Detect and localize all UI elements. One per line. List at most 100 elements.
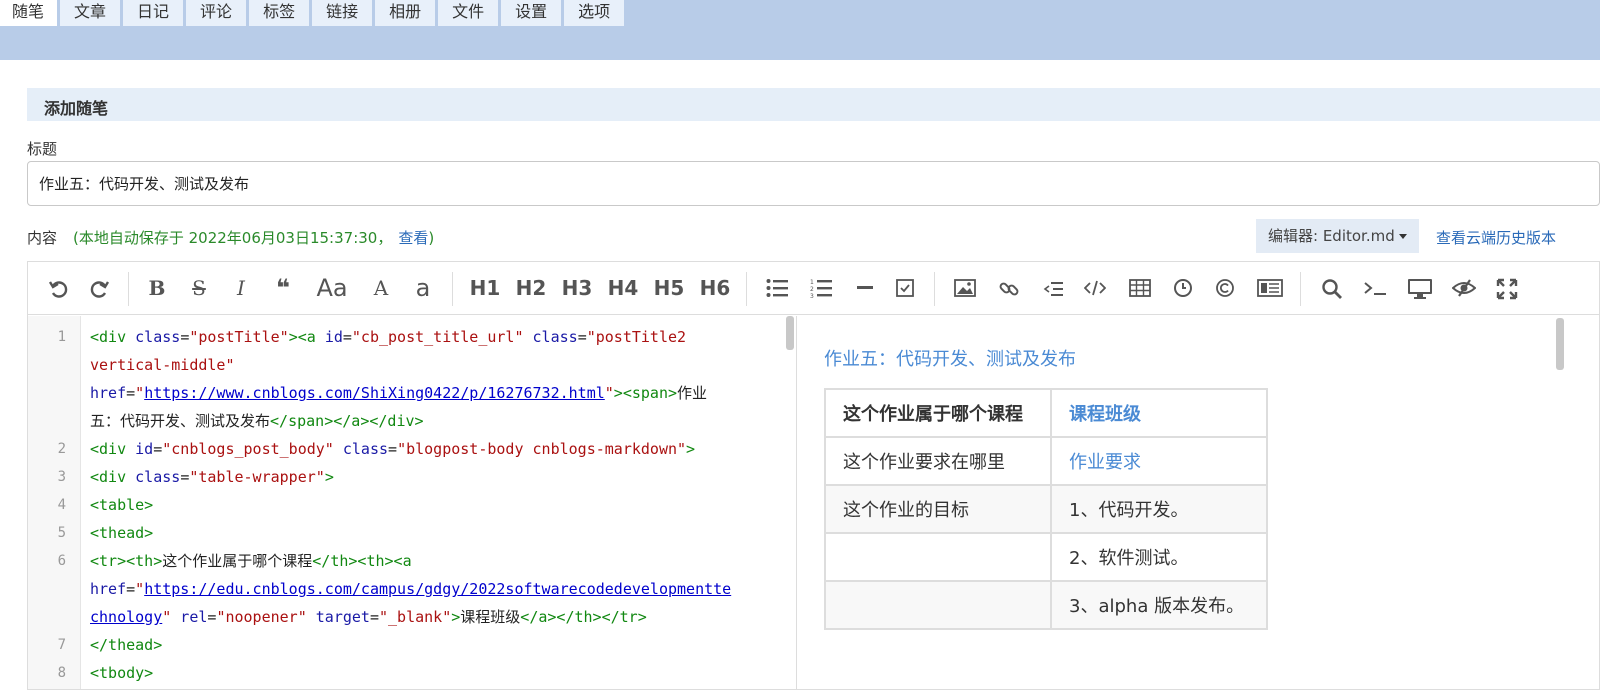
undo-icon[interactable] — [44, 273, 74, 303]
clock-icon[interactable] — [1168, 273, 1198, 303]
cloud-history-link[interactable]: 查看云端历史版本 — [1436, 227, 1556, 248]
line-number: 6 — [57, 553, 66, 569]
tab-diary[interactable]: 日记 — [123, 0, 184, 26]
title-label: 标题 — [27, 140, 58, 158]
copyright-icon[interactable] — [1210, 273, 1240, 303]
line-number: 3 — [57, 469, 66, 485]
code-line: vertical-middle" — [90, 356, 235, 374]
bold-icon[interactable]: B — [144, 273, 170, 303]
code-editor-pane[interactable]: 1 <div class="postTitle"><a id="cb_post_t… — [28, 316, 796, 689]
autosave-text: (本地自动保存于 2022年06月03日15:37:30， — [73, 229, 393, 247]
toolbar-separator — [452, 272, 453, 306]
tab-tags[interactable]: 标签 — [249, 0, 310, 26]
table-cell: 3、alpha 版本发布。 — [1050, 580, 1268, 630]
title-input[interactable] — [27, 161, 1600, 206]
code-line: 7 </thead> — [28, 631, 796, 659]
italic-icon[interactable]: I — [228, 273, 254, 303]
lowercase-icon[interactable]: a — [410, 273, 436, 303]
tab-album[interactable]: 相册 — [375, 0, 436, 26]
table-row: 3、alpha 版本发布。 — [824, 580, 1268, 630]
content-label: 内容 — [27, 229, 58, 247]
image-icon[interactable] — [950, 273, 980, 303]
code-line: 5 <thead> — [28, 519, 796, 547]
code-url[interactable]: https://www.cnblogs.com/ShiXing0422/p/16… — [144, 384, 605, 402]
svg-text:3: 3 — [810, 293, 814, 298]
tab-article[interactable]: 文章 — [60, 0, 121, 26]
preview-pane: 作业五：代码开发、测试及发布 这个作业属于哪个课程 课程班级 这个作业要求在哪里… — [797, 316, 1599, 689]
code-line: 1 <div class="postTitle"><a id="cb_post_t… — [28, 323, 796, 351]
table-icon[interactable] — [1125, 273, 1155, 303]
code-url[interactable]: https://edu.cnblogs.com/campus/gdgy/2022… — [144, 580, 731, 598]
strikethrough-icon[interactable]: S — [186, 273, 212, 303]
capitalize-icon[interactable]: A — [366, 273, 396, 303]
table-row: 这个作业的目标 1、代码开发。 — [824, 484, 1268, 534]
code-icon[interactable] — [1080, 273, 1110, 303]
nav-tabs: 随笔 文章 日记 评论 标签 链接 相册 文件 设置 选项 — [0, 0, 627, 26]
unordered-list-icon[interactable] — [762, 273, 792, 303]
line-number: 8 — [57, 665, 66, 681]
quote-icon[interactable]: ❝ — [268, 273, 298, 303]
search-icon[interactable] — [1317, 273, 1347, 303]
ordered-list-icon[interactable]: 123 — [806, 273, 836, 303]
code-line: href="https://www.cnblogs.com/ShiXing042… — [90, 384, 708, 402]
horizontal-rule-icon[interactable] — [850, 273, 880, 303]
code-scrollbar[interactable] — [786, 316, 794, 350]
checkbox-icon[interactable] — [890, 273, 920, 303]
tab-settings[interactable]: 设置 — [501, 0, 562, 26]
table-cell — [824, 532, 1052, 582]
tab-links[interactable]: 链接 — [312, 0, 373, 26]
code-line: chnology" rel="noopener" target="_blank"… — [90, 608, 647, 626]
preview-table: 这个作业属于哪个课程 课程班级 这个作业要求在哪里 作业要求 这个作业的目标 1… — [824, 388, 1268, 630]
terminal-icon[interactable] — [1359, 273, 1391, 303]
fullscreen-icon[interactable] — [1492, 273, 1522, 303]
top-nav-bar: 随笔 文章 日记 评论 标签 链接 相册 文件 设置 选项 — [0, 0, 1600, 60]
section-title: 添加随笔 — [44, 99, 109, 118]
toolbar-separator — [746, 272, 747, 306]
code-line: 4 <table> — [28, 491, 796, 519]
tab-comments[interactable]: 评论 — [186, 0, 247, 26]
editor-toolbar: B S I ❝ Aa A a H1 H2 H3 H4 H5 H6 123 — [28, 262, 1599, 315]
code-line: 6 <tr><th>这个作业属于哪个课程</th><th><a — [28, 547, 796, 575]
h6-button[interactable]: H6 — [697, 273, 733, 303]
table-header-row: 这个作业属于哪个课程 课程班级 — [824, 388, 1268, 438]
table-cell: 这个作业的目标 — [824, 484, 1052, 534]
table-header-cell: 这个作业属于哪个课程 — [824, 388, 1052, 438]
editor-select-dropdown[interactable]: 编辑器: Editor.md — [1256, 219, 1419, 253]
line-number: 1 — [57, 329, 66, 345]
requirement-link[interactable]: 作业要求 — [1069, 452, 1141, 473]
tab-essay[interactable]: 随笔 — [0, 0, 58, 26]
toolbar-separator — [934, 272, 935, 306]
preview-scrollbar[interactable] — [1556, 318, 1564, 370]
page-break-icon[interactable] — [1253, 273, 1287, 303]
autosave-close: ) — [428, 229, 435, 247]
autosave-view-link[interactable]: 查看 — [398, 229, 428, 247]
h1-button[interactable]: H1 — [467, 273, 503, 303]
anchor-icon[interactable] — [1038, 273, 1068, 303]
h3-button[interactable]: H3 — [559, 273, 595, 303]
table-row: 这个作业要求在哪里 作业要求 — [824, 436, 1268, 486]
link-icon[interactable] — [994, 273, 1024, 303]
h4-button[interactable]: H4 — [605, 273, 641, 303]
editor-select-label: 编辑器: Editor.md — [1268, 227, 1395, 245]
tab-options[interactable]: 选项 — [564, 0, 625, 26]
table-cell: 这个作业要求在哪里 — [824, 436, 1052, 486]
tab-files[interactable]: 文件 — [438, 0, 499, 26]
toolbar-separator — [1300, 272, 1301, 306]
section-header: 添加随笔 — [27, 88, 1600, 121]
table-row: 2、软件测试。 — [824, 532, 1268, 582]
eye-slash-icon[interactable] — [1448, 273, 1480, 303]
svg-text:1: 1 — [810, 279, 814, 286]
line-number: 2 — [57, 441, 66, 457]
autosave-status: (本地自动保存于 2022年06月03日15:37:30， 查看) — [73, 227, 434, 248]
table-cell — [824, 580, 1052, 630]
table-cell: 作业要求 — [1050, 436, 1268, 486]
monitor-icon[interactable] — [1404, 273, 1436, 303]
code-line: 8 <tbody> — [28, 659, 796, 687]
h2-button[interactable]: H2 — [513, 273, 549, 303]
course-class-link[interactable]: 课程班级 — [1069, 404, 1141, 425]
uppercase-icon[interactable]: Aa — [312, 273, 352, 303]
table-cell: 2、软件测试。 — [1050, 532, 1268, 582]
redo-icon[interactable] — [84, 273, 114, 303]
preview-title-link[interactable]: 作业五：代码开发、测试及发布 — [824, 345, 1076, 371]
h5-button[interactable]: H5 — [651, 273, 687, 303]
